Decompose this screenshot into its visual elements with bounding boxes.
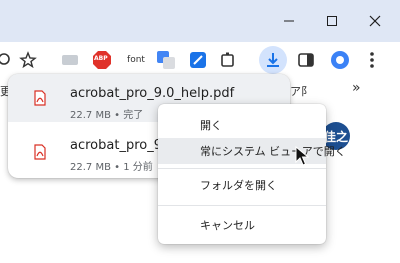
maximize-icon xyxy=(327,16,337,26)
close-icon xyxy=(369,15,381,27)
extension-blue-button[interactable] xyxy=(328,48,352,72)
title-bar xyxy=(0,0,400,42)
blue-extension-icon xyxy=(331,51,349,69)
download-icon xyxy=(267,53,279,67)
close-button[interactable] xyxy=(352,0,398,42)
bookmark-fragment-right[interactable]: ア阝 xyxy=(290,83,312,99)
minimize-icon xyxy=(284,20,294,22)
menu-button[interactable] xyxy=(360,48,384,72)
more-vert-icon xyxy=(370,52,374,68)
browser-toolbar: ABP font xyxy=(0,42,400,78)
download-filename: acrobat_pro_9.0_help.pdf xyxy=(70,86,235,101)
translate-button[interactable] xyxy=(154,48,178,72)
translate-icon xyxy=(157,51,175,69)
side-panel-button[interactable] xyxy=(294,48,318,72)
star-icon xyxy=(19,51,37,69)
menu-item-cancel[interactable]: キャンセル xyxy=(158,212,326,238)
adblock-plus-button[interactable]: ABP xyxy=(90,48,114,72)
card-icon xyxy=(62,55,78,65)
maximize-button[interactable] xyxy=(309,0,355,42)
menu-item-open[interactable]: 開く xyxy=(158,112,326,138)
menu-item-label: キャンセル xyxy=(200,219,255,232)
menu-divider xyxy=(158,168,326,169)
share-icon xyxy=(190,52,206,68)
download-status: 22.7 MB • 完了 xyxy=(70,110,144,121)
abp-label: ABP xyxy=(94,55,108,62)
extensions-button[interactable] xyxy=(216,48,240,72)
puzzle-icon xyxy=(221,52,234,67)
bookmark-star-button[interactable] xyxy=(16,48,40,72)
share-extension-button[interactable] xyxy=(186,48,210,72)
download-status: 22.7 MB • 1 分前 xyxy=(70,162,153,173)
pdf-file-icon xyxy=(34,144,46,160)
menu-item-open-folder[interactable]: フォルダを開く xyxy=(158,172,326,198)
mouse-cursor-icon xyxy=(295,146,309,166)
menu-item-label: 常にシステム ビューアで開く xyxy=(200,145,346,158)
minimize-button[interactable] xyxy=(266,0,312,42)
bookmarks-overflow-button[interactable]: » xyxy=(352,80,361,96)
side-panel-icon xyxy=(298,53,314,67)
font-ext-label: font xyxy=(127,55,145,65)
menu-item-label: 開く xyxy=(200,119,222,132)
downloads-button[interactable] xyxy=(259,46,287,74)
site-info-button[interactable] xyxy=(0,48,16,72)
menu-divider xyxy=(158,205,326,206)
location-icon xyxy=(0,53,10,65)
menu-item-label: フォルダを開く xyxy=(200,179,277,192)
pdf-file-icon xyxy=(34,90,46,106)
extension-card-button[interactable] xyxy=(58,48,82,72)
download-context-menu: 開く 常にシステム ビューアで開く フォルダを開く キャンセル xyxy=(158,104,346,244)
font-extension-button[interactable]: font xyxy=(122,48,150,72)
